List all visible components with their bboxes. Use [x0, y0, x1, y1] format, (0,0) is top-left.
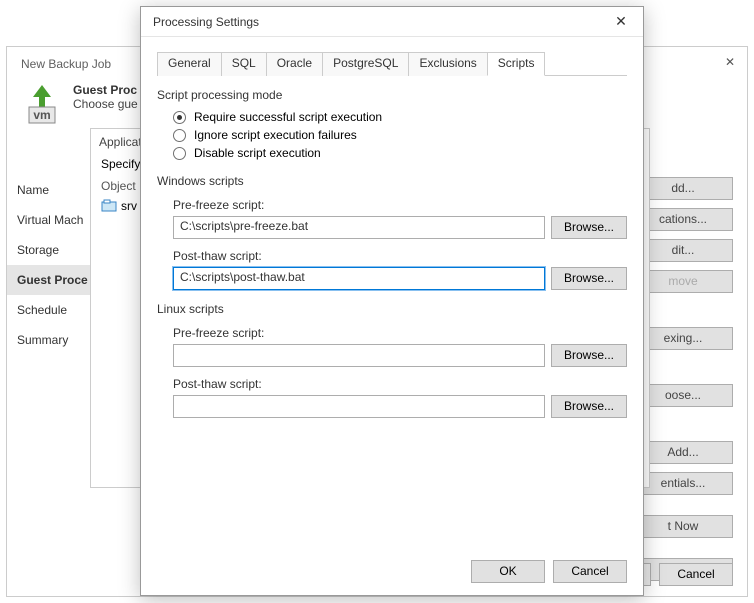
wizard-nav: Name Virtual Mach Storage Guest Proce Sc…: [7, 167, 99, 355]
tab-oracle[interactable]: Oracle: [266, 52, 323, 76]
tab-exclusions[interactable]: Exclusions: [408, 52, 487, 76]
dialog-titlebar: Processing Settings ✕: [141, 7, 643, 37]
apps-object-header: Object: [101, 179, 136, 193]
guest-proc-title: Guest Proc: [73, 83, 138, 97]
browse-button-win-post[interactable]: Browse...: [551, 267, 627, 290]
radio-label: Ignore script execution failures: [194, 128, 357, 142]
tab-sql[interactable]: SQL: [221, 52, 267, 76]
radio-ignore-failures[interactable]: Ignore script execution failures: [157, 126, 627, 144]
processing-settings-dialog: Processing Settings ✕ General SQL Oracle…: [140, 6, 644, 596]
linux-pre-freeze-input[interactable]: [173, 344, 545, 367]
test-now-button[interactable]: t Now: [633, 515, 733, 538]
script-mode-title: Script processing mode: [157, 88, 627, 102]
browse-button-win-pre[interactable]: Browse...: [551, 216, 627, 239]
nav-guest-processing[interactable]: Guest Proce: [7, 265, 99, 295]
tab-general[interactable]: General: [157, 52, 222, 76]
radio-label: Disable script execution: [194, 146, 321, 160]
svg-text:vm: vm: [33, 108, 50, 122]
browse-button-linux-pre[interactable]: Browse...: [551, 344, 627, 367]
ok-button[interactable]: OK: [471, 560, 545, 583]
windows-scripts-title: Windows scripts: [157, 174, 627, 188]
win-pre-freeze-input[interactable]: C:\scripts\pre-freeze.bat: [173, 216, 545, 239]
radio-icon: [173, 129, 186, 142]
tabs: General SQL Oracle PostgreSQL Exclusions…: [157, 51, 627, 76]
wizard-close-icon[interactable]: ✕: [721, 55, 739, 73]
tab-postgresql[interactable]: PostgreSQL: [322, 52, 409, 76]
nav-virtual-machines[interactable]: Virtual Mach: [7, 205, 99, 235]
apps-list-item[interactable]: srv: [101, 199, 137, 213]
linux-scripts-title: Linux scripts: [157, 302, 627, 316]
guest-proc-sub: Choose gue: [73, 97, 138, 111]
dialog-title: Processing Settings: [153, 15, 259, 29]
dialog-footer: OK Cancel: [471, 560, 627, 583]
tab-scripts[interactable]: Scripts: [487, 52, 546, 76]
win-post-label: Post-thaw script:: [173, 249, 627, 263]
browse-button-linux-post[interactable]: Browse...: [551, 395, 627, 418]
apps-specify: Specify: [101, 157, 140, 171]
apps-item-label: srv: [121, 199, 137, 213]
linux-scripts-section: Linux scripts Pre-freeze script: Browse.…: [157, 302, 627, 418]
radio-icon: [173, 147, 186, 160]
radio-require-success[interactable]: Require successful script execution: [157, 108, 627, 126]
nav-summary[interactable]: Summary: [7, 325, 99, 355]
wizard-title: New Backup Job: [21, 57, 111, 71]
linux-pre-label: Pre-freeze script:: [173, 326, 627, 340]
nav-name[interactable]: Name: [7, 175, 99, 205]
wizard-heading-block: Guest Proc Choose gue: [73, 83, 138, 111]
win-fields: Pre-freeze script: C:\scripts\pre-freeze…: [157, 198, 627, 290]
nav-schedule[interactable]: Schedule: [7, 295, 99, 325]
wizard-vm-icon: vm: [21, 83, 63, 125]
radio-icon: [173, 111, 186, 124]
nav-storage[interactable]: Storage: [7, 235, 99, 265]
vm-icon: [101, 199, 117, 213]
windows-scripts-section: Windows scripts Pre-freeze script: C:\sc…: [157, 174, 627, 290]
apps-title: Applicati: [99, 135, 144, 149]
linux-post-label: Post-thaw script:: [173, 377, 627, 391]
script-mode-section: Script processing mode Require successfu…: [157, 88, 627, 162]
cancel-button[interactable]: Cancel: [553, 560, 627, 583]
dialog-close-icon[interactable]: ✕: [607, 11, 635, 33]
radio-label: Require successful script execution: [194, 110, 382, 124]
linux-fields: Pre-freeze script: Browse... Post-thaw s…: [157, 326, 627, 418]
dialog-body: General SQL Oracle PostgreSQL Exclusions…: [157, 51, 627, 549]
wizard-cancel-button[interactable]: Cancel: [659, 563, 733, 586]
win-post-thaw-input[interactable]: C:\scripts\post-thaw.bat: [173, 267, 545, 290]
win-pre-label: Pre-freeze script:: [173, 198, 627, 212]
linux-post-thaw-input[interactable]: [173, 395, 545, 418]
radio-disable[interactable]: Disable script execution: [157, 144, 627, 162]
